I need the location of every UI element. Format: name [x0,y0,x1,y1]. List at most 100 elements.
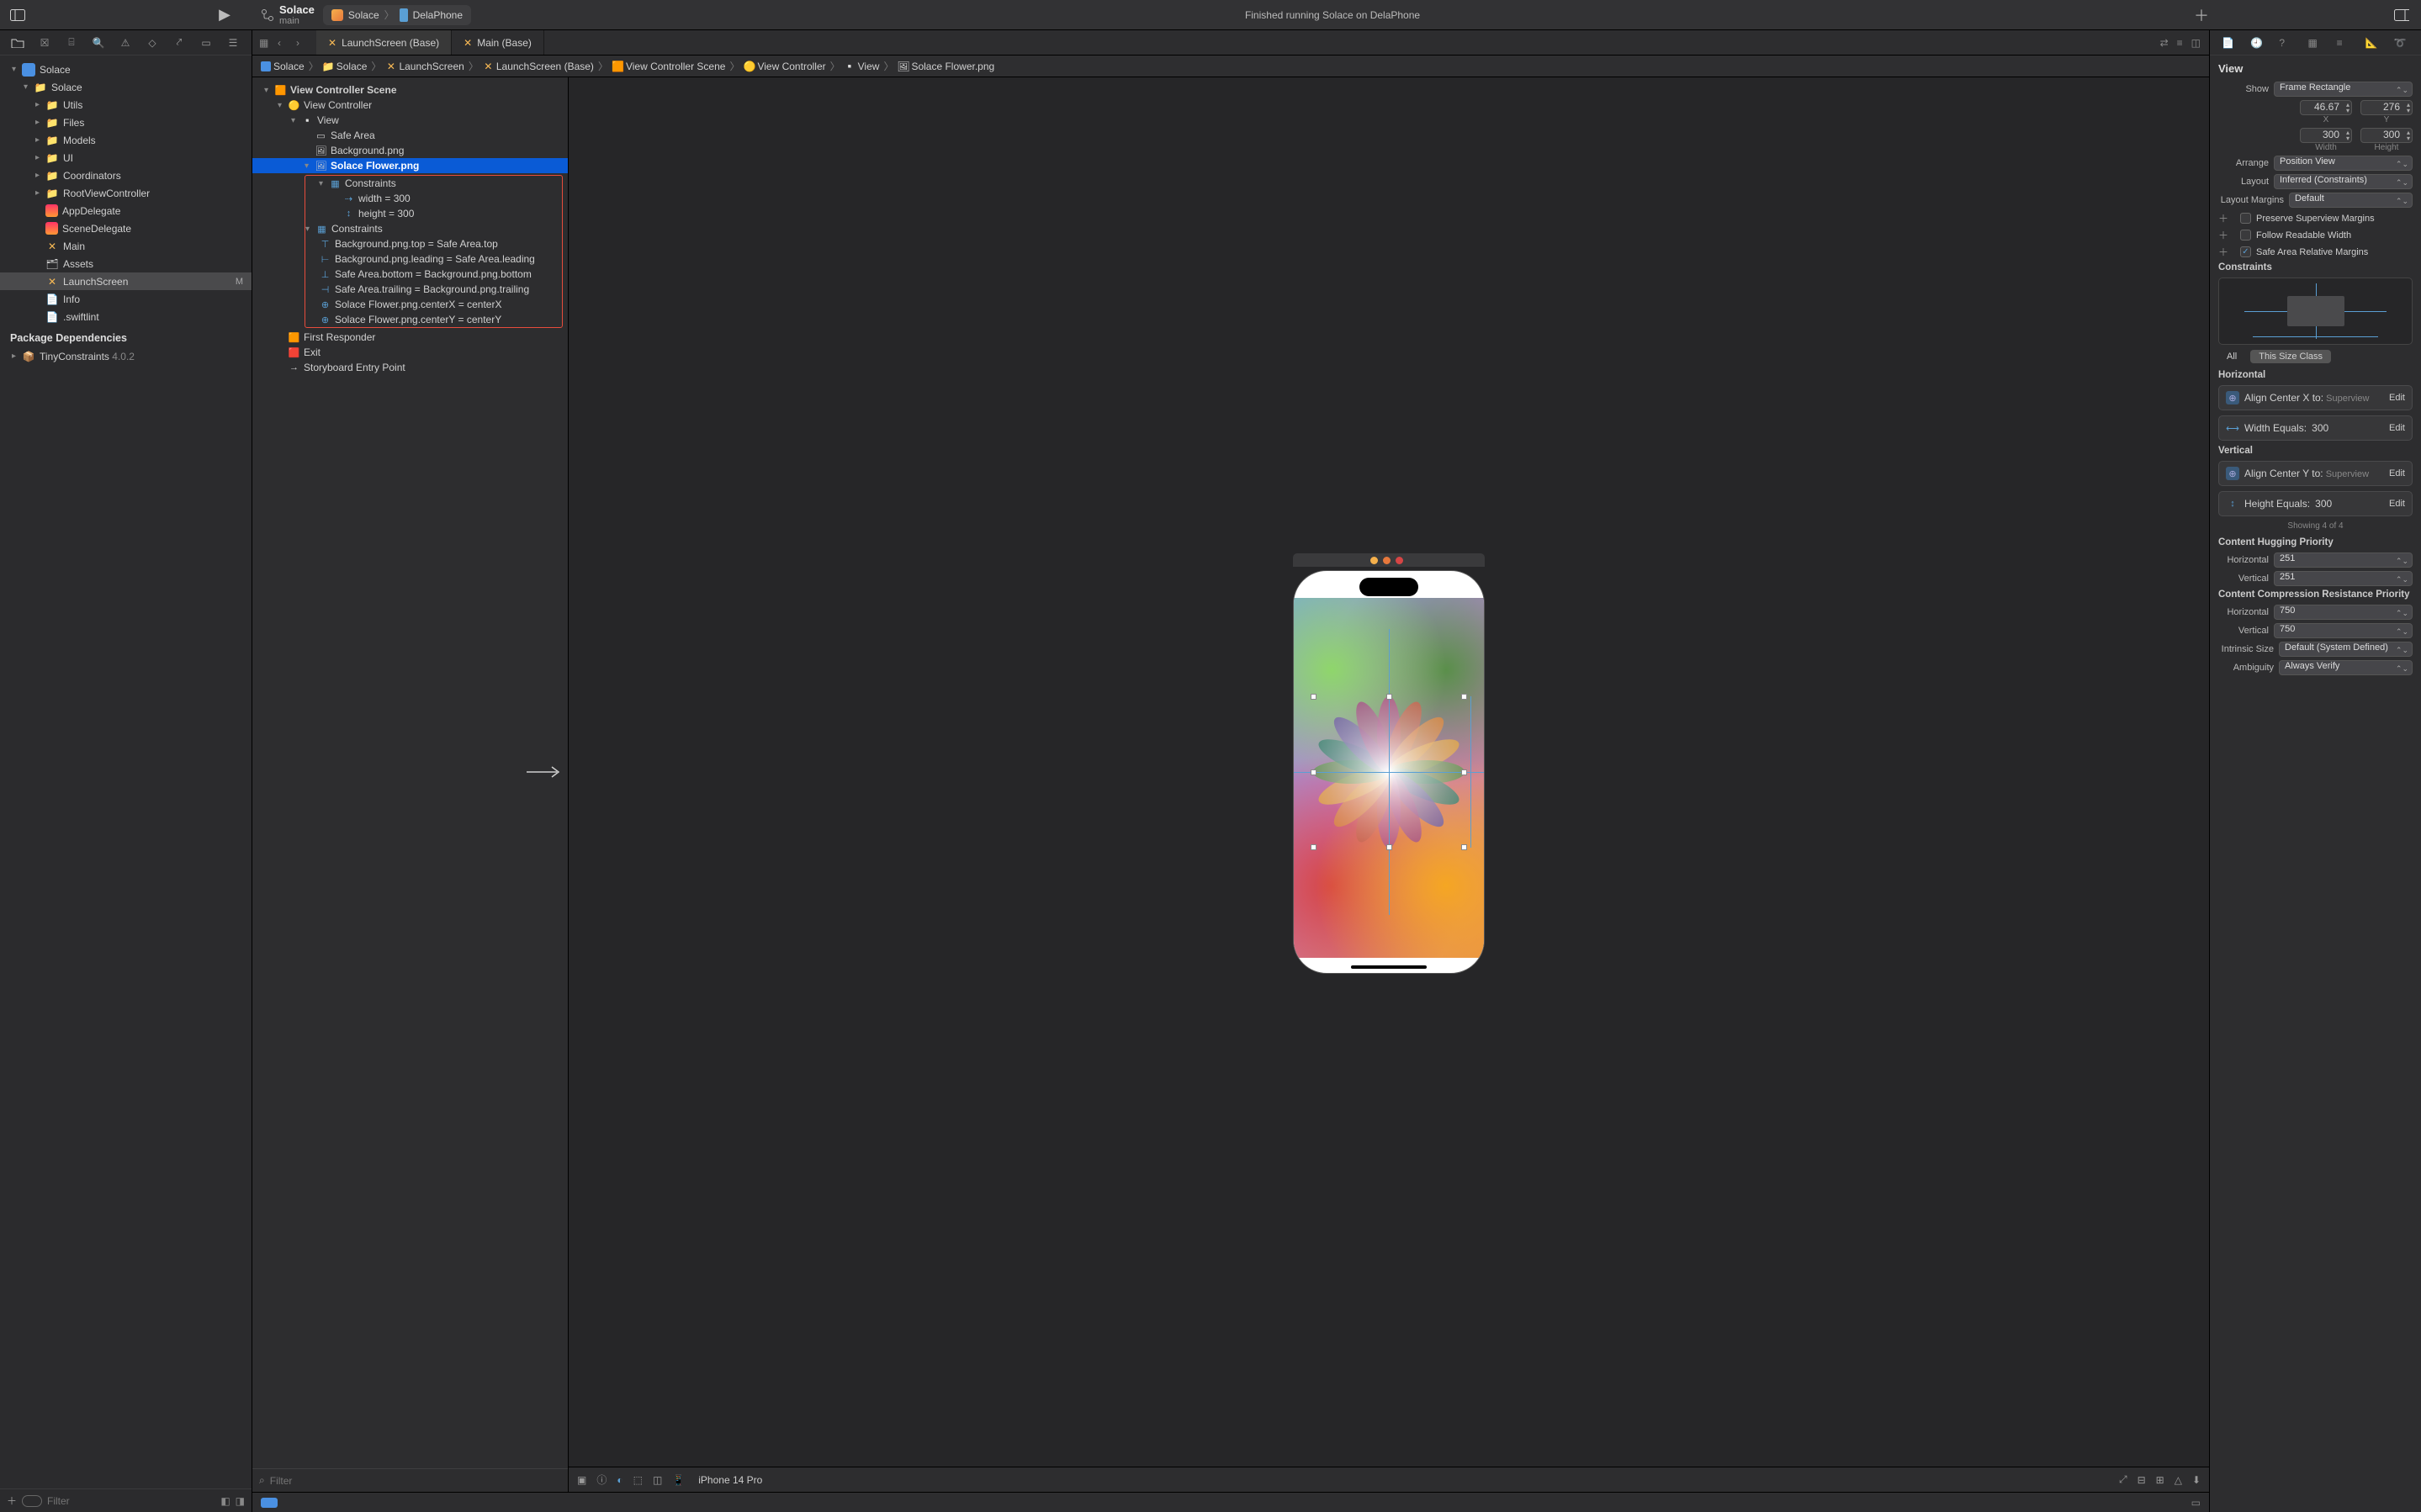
run-button[interactable]: ▶ [217,8,232,23]
filter-this-size-class[interactable]: This Size Class [2250,350,2331,363]
safearea-margins-checkbox[interactable] [2240,246,2251,257]
library-toggle-icon[interactable] [2394,8,2409,23]
issues-nav-icon[interactable]: ⚠ [118,35,133,50]
selection-handles[interactable] [1313,696,1465,848]
outline-row[interactable]: ⊕Solace Flower.png.centerX = centerX [305,297,562,312]
outline-row[interactable]: ▾▦Constraints [305,221,562,236]
tree-row[interactable]: SceneDelegate [0,219,252,237]
find-nav-icon[interactable]: 🔍 [91,35,106,50]
debug-area-toggle-icon[interactable]: ▭ [2191,1497,2201,1509]
intrinsic-select[interactable]: Default (System Defined) [2279,642,2413,657]
adjust-editor-icon[interactable]: ≡ [2177,37,2183,49]
outline-row[interactable]: ▾▦Constraints [305,176,562,191]
tree-row[interactable]: 📄Info [0,290,252,308]
tree-row[interactable]: 🗂Assets [0,255,252,272]
history-inspector-icon[interactable]: 🕘 [2250,37,2265,49]
outline-row[interactable]: ▾▫️View [252,113,568,128]
add-variation-button[interactable]: ＋ [2218,228,2230,242]
device-label[interactable]: iPhone 14 Pro [698,1474,762,1486]
outline-row[interactable]: ⇢width = 300 [305,191,562,206]
zoom-icon[interactable]: ⤢ [2119,1473,2127,1486]
sidebar-toggle-icon[interactable] [10,8,25,23]
filter-scope-toggle[interactable] [22,1495,42,1507]
align-menu-icon[interactable]: ⊟ [2138,1474,2146,1486]
constraints-diagram[interactable] [2218,278,2413,345]
preserve-margins-checkbox[interactable] [2240,213,2251,224]
breakpoints-nav-icon[interactable]: ▭ [199,35,214,50]
file-tab-main[interactable]: ✕Main (Base) [452,30,544,55]
help-inspector-icon[interactable]: ? [2279,37,2294,49]
tree-row[interactable]: ▸📁Utils [0,96,252,114]
tree-row-project[interactable]: ▾Solace [0,61,252,78]
tree-row[interactable]: ▸📁Models [0,131,252,149]
vary-icon[interactable]: ◫ [653,1474,662,1486]
back-button[interactable]: ‹ [278,37,291,49]
related-items-icon[interactable]: ▦ [259,37,273,49]
tree-row[interactable]: ▸📁UI [0,149,252,167]
constraint-height[interactable]: ↕Height Equals: 300Edit [2218,491,2413,516]
constraint-centery[interactable]: ⊕Align Center Y to: SuperviewEdit [2218,461,2413,486]
tree-row[interactable]: AppDelegate [0,202,252,219]
margins-select[interactable]: Default [2289,193,2413,208]
device-config-icon[interactable]: ▣ [577,1474,586,1486]
tree-row[interactable]: ▾📁Solace [0,78,252,96]
tests-nav-icon[interactable]: ◇ [145,35,160,50]
embed-menu-icon[interactable]: ⬇ [2192,1474,2201,1486]
device-preview[interactable] [1293,570,1485,974]
add-tab-button[interactable]: ＋ [2194,4,2209,26]
connections-inspector-icon[interactable]: ➰ [2394,37,2409,49]
outline-row-scene[interactable]: ▾🟧View Controller Scene [252,82,568,98]
file-tab-launchscreen[interactable]: ✕LaunchScreen (Base) [316,30,452,55]
hug-v-input[interactable]: 251 [2274,571,2413,586]
appearance-icon[interactable]: ◐ [617,1474,622,1486]
x-input[interactable]: 46.67▴▾ [2300,100,2352,115]
recent-filter-icon[interactable]: ◧ [220,1495,230,1507]
layout-select[interactable]: Inferred (Constraints) [2274,174,2413,189]
outline-row[interactable]: ⊥Safe Area.bottom = Background.png.botto… [305,267,562,282]
reports-nav-icon[interactable]: ☰ [225,35,241,50]
tree-row-launchscreen[interactable]: ✕LaunchScreenM [0,272,252,290]
outline-row[interactable]: ⊤Background.png.top = Safe Area.top [305,236,562,251]
symbols-nav-icon[interactable]: ⌸ [64,35,79,50]
add-editor-icon[interactable]: ◫ [2191,37,2201,49]
outline-row[interactable]: ▭Safe Area [252,128,568,143]
add-variation-button[interactable]: ＋ [2218,245,2230,259]
outline-row[interactable]: →Storyboard Entry Point [252,360,568,375]
scene-titlebar[interactable] [1293,553,1485,567]
outline-row[interactable]: 🟧First Responder [252,330,568,345]
readable-width-checkbox[interactable] [2240,230,2251,241]
outline-row-selected[interactable]: ▾🖼Solace Flower.png [252,158,568,173]
edit-button[interactable]: Edit [2389,499,2405,509]
outline-row[interactable]: ▾🟡View Controller [252,98,568,113]
identity-inspector-icon[interactable]: ▦ [2307,37,2323,49]
folder-nav-icon[interactable] [10,35,25,50]
debug-status-pill[interactable] [261,1498,278,1508]
outline-row[interactable]: 🖼Background.png [252,143,568,158]
ambiguity-select[interactable]: Always Verify [2279,660,2413,675]
filter-all[interactable]: All [2218,350,2245,363]
tree-row[interactable]: ✕Main [0,237,252,255]
comp-v-input[interactable]: 750 [2274,623,2413,638]
edit-button[interactable]: Edit [2389,423,2405,433]
outline-row[interactable]: ⊢Background.png.leading = Safe Area.lead… [305,251,562,267]
add-variation-button[interactable]: ＋ [2218,211,2230,225]
outline-filter-input[interactable] [270,1475,561,1487]
tree-row[interactable]: 📄.swiftlint [0,308,252,325]
tree-row[interactable]: ▸📁Files [0,114,252,131]
constraint-centerx[interactable]: ⊕Align Center X to: SuperviewEdit [2218,385,2413,410]
device-type-icon[interactable]: 📱 [672,1474,685,1486]
edit-button[interactable]: Edit [2389,468,2405,478]
outline-row[interactable]: ↕height = 300 [305,206,562,221]
outline-row[interactable]: 🟥Exit [252,345,568,360]
comp-h-input[interactable]: 750 [2274,605,2413,620]
scm-filter-icon[interactable]: ◨ [236,1495,245,1507]
outline-row[interactable]: ⊕Solace Flower.png.centerY = centerY [305,312,562,327]
orientation-icon[interactable]: ⓘ [596,1472,607,1487]
hug-h-input[interactable]: 251 [2274,552,2413,568]
tree-row-package[interactable]: ▸📦TinyConstraints 4.0.2 [0,347,252,365]
show-select[interactable]: Frame Rectangle [2274,82,2413,97]
width-input[interactable]: 300▴▾ [2300,128,2352,143]
file-inspector-icon[interactable]: 📄 [2222,37,2237,49]
tree-row[interactable]: ▸📁RootViewController [0,184,252,202]
jump-bar[interactable]: Solace〉 📁Solace〉 ✕LaunchScreen〉 ✕LaunchS… [252,56,2209,77]
